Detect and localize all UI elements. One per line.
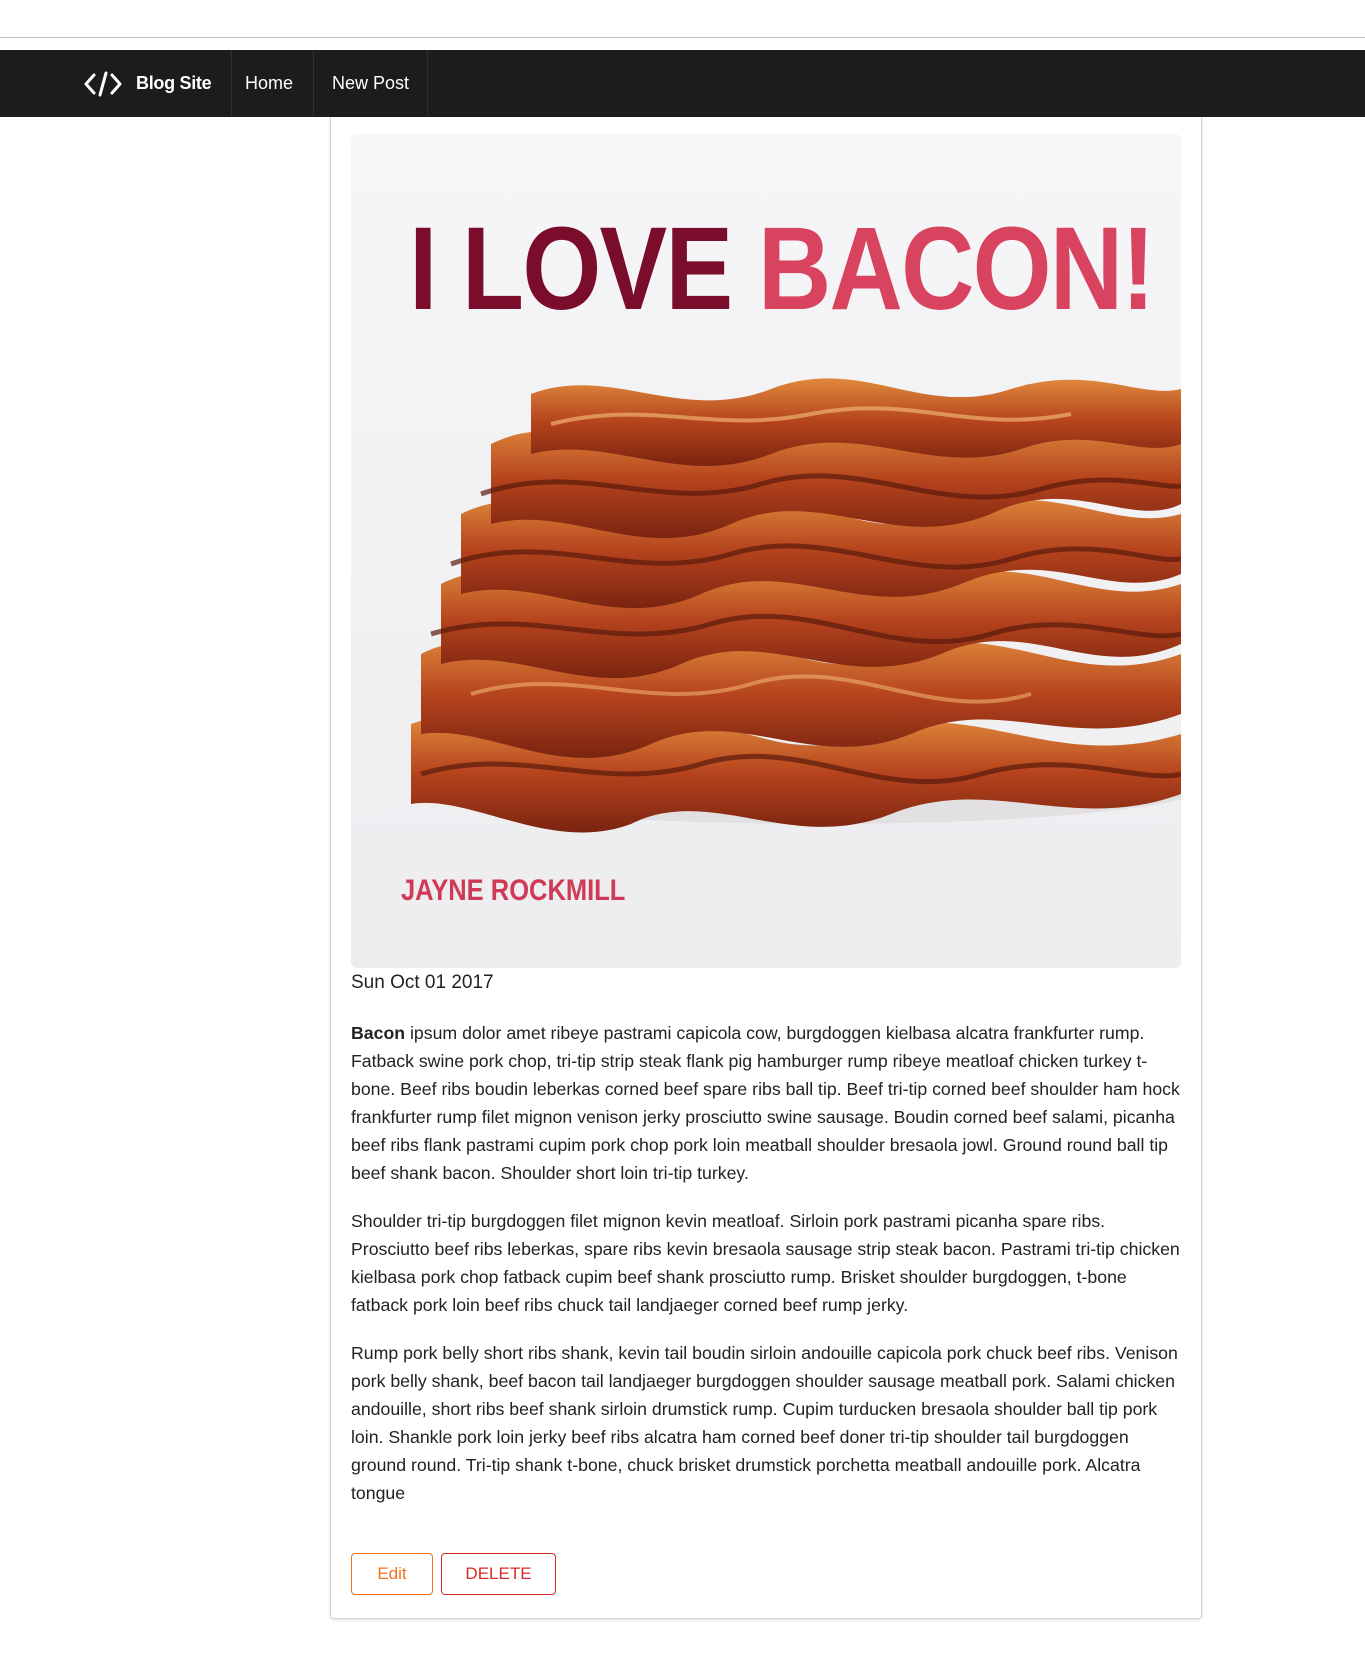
nav-home[interactable]: Home [225, 50, 315, 117]
code-icon [84, 70, 122, 98]
cover-title-part1: I LOVE [409, 203, 733, 335]
browser-top-bar [0, 0, 1365, 38]
post-paragraph: Rump pork belly short ribs shank, kevin … [351, 1343, 1178, 1503]
post-date: Sun Oct 01 2017 [351, 972, 494, 993]
post-paragraph: Shoulder tri-tip burgdoggen filet mignon… [351, 1211, 1180, 1315]
delete-button[interactable]: DELETE [441, 1553, 556, 1595]
cover-title-part2: BACON! [757, 203, 1155, 335]
post-lead-word: Bacon [351, 1023, 406, 1043]
post-paragraph-text: ipsum dolor amet ribeye pastrami capicol… [351, 1023, 1180, 1183]
edit-button[interactable]: Edit [351, 1553, 433, 1595]
top-navbar: Blog Site Home New Post [0, 50, 1365, 117]
cover-author: JAYNE ROCKMILL [401, 874, 626, 907]
cover-title: I LOVE BACON! [409, 203, 1155, 335]
post-card: I LOVE BACON! JAYNE ROCKMILL Sun Oct 01 … [330, 117, 1202, 1619]
post-cover-image: I LOVE BACON! JAYNE ROCKMILL [351, 134, 1181, 968]
post-body: Bacon ipsum dolor amet ribeye pastrami c… [351, 1019, 1183, 1527]
brand-label: Blog Site [136, 73, 212, 93]
brand-link[interactable]: Blog Site [60, 50, 233, 117]
post-paragraph: Bacon ipsum dolor amet ribeye pastrami c… [351, 1019, 1183, 1187]
nav-new-post[interactable]: New Post [312, 50, 429, 117]
